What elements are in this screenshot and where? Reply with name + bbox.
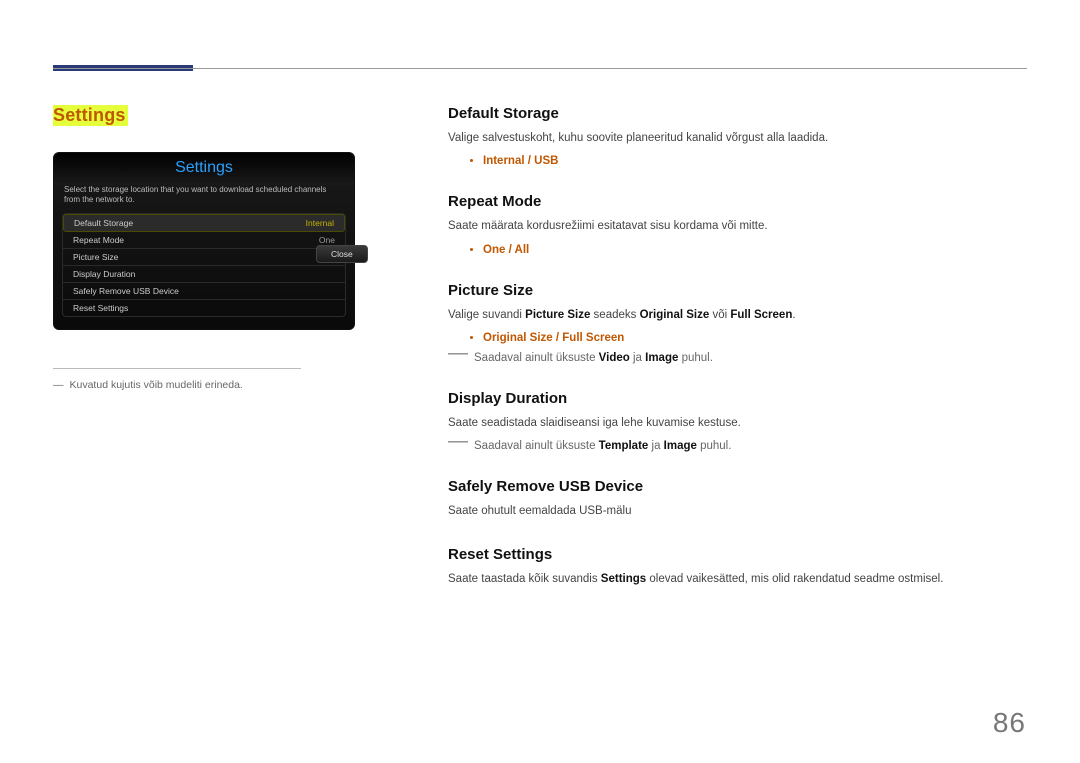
desc-reset-settings: Saate taastada kõik suvandis Settings ol… <box>448 571 1028 588</box>
sep: / <box>553 332 563 344</box>
row-repeat-mode[interactable]: Repeat Mode One <box>63 232 345 249</box>
row-reset-settings[interactable]: Reset Settings <box>63 300 345 316</box>
top-rule <box>53 68 1027 69</box>
opt-full-screen: Full Screen <box>562 332 624 344</box>
opt-original-size: Original Size <box>483 332 553 344</box>
row-val: Internal <box>306 218 334 228</box>
options-repeat-mode: One / All <box>470 244 1028 256</box>
row-key: Reset Settings <box>73 303 128 313</box>
bullet-icon <box>470 248 473 251</box>
heading-default-storage: Default Storage <box>448 105 1028 122</box>
row-picture-size[interactable]: Picture Size <box>63 249 345 266</box>
heading-reset-settings: Reset Settings <box>448 546 1028 563</box>
desc-repeat-mode: Saate määrata kordusrežiimi esitatavat s… <box>448 218 1028 235</box>
bullet-icon <box>470 336 473 339</box>
panel-list: Default Storage Internal Repeat Mode One… <box>62 213 346 317</box>
row-key: Safely Remove USB Device <box>73 286 179 296</box>
sep: / <box>525 155 535 167</box>
row-safely-remove[interactable]: Safely Remove USB Device <box>63 283 345 300</box>
opt-all: All <box>515 244 530 256</box>
opt-one: One <box>483 244 505 256</box>
row-default-storage[interactable]: Default Storage Internal <box>63 214 345 232</box>
left-column: Settings Settings Select the storage loc… <box>53 105 393 391</box>
row-display-duration[interactable]: Display Duration <box>63 266 345 283</box>
options-picture-size: Original Size / Full Screen <box>470 332 1028 344</box>
desc-display-duration: Saate seadistada slaidiseansi iga lehe k… <box>448 415 1028 432</box>
note-display-duration: ― Saadaval ainult üksuste Template ja Im… <box>448 440 1028 452</box>
heading-safely-remove: Safely Remove USB Device <box>448 478 1028 495</box>
footnote-dash: ― <box>53 379 64 391</box>
heading-display-duration: Display Duration <box>448 390 1028 407</box>
note-picture-size: ― Saadaval ainult üksuste Video ja Image… <box>448 352 1028 364</box>
bullet-icon <box>470 159 473 162</box>
options-default-storage: Internal / USB <box>470 155 1028 167</box>
panel-footnote: ― Kuvatud kujutis võib mudeliti erineda. <box>53 379 393 391</box>
opt-usb: USB <box>534 155 558 167</box>
close-button[interactable]: Close <box>316 245 368 263</box>
page-number: 86 <box>993 707 1026 739</box>
row-key: Repeat Mode <box>73 235 124 245</box>
footnote-text: Kuvatud kujutis võib mudeliti erineda. <box>70 379 243 391</box>
row-key: Display Duration <box>73 269 135 279</box>
divider <box>53 368 301 369</box>
opt-internal: Internal <box>483 155 525 167</box>
row-val: One <box>319 235 335 245</box>
row-key: Default Storage <box>74 218 133 228</box>
sep: / <box>505 244 514 256</box>
settings-panel: Settings Select the storage location tha… <box>53 152 355 330</box>
desc-default-storage: Valige salvestuskoht, kuhu soovite plane… <box>448 130 1028 147</box>
page: Settings Settings Select the storage loc… <box>0 0 1080 763</box>
section-title: Settings <box>53 105 128 126</box>
row-key: Picture Size <box>73 252 118 262</box>
heading-picture-size: Picture Size <box>448 282 1028 299</box>
panel-hint: Select the storage location that you wan… <box>54 185 354 211</box>
right-column: Default Storage Valige salvestuskoht, ku… <box>448 105 1028 589</box>
heading-repeat-mode: Repeat Mode <box>448 193 1028 210</box>
desc-picture-size: Valige suvandi Picture Size seadeks Orig… <box>448 307 1028 324</box>
desc-safely-remove: Saate ohutult eemaldada USB-mälu <box>448 503 1028 520</box>
panel-title: Settings <box>54 153 354 185</box>
